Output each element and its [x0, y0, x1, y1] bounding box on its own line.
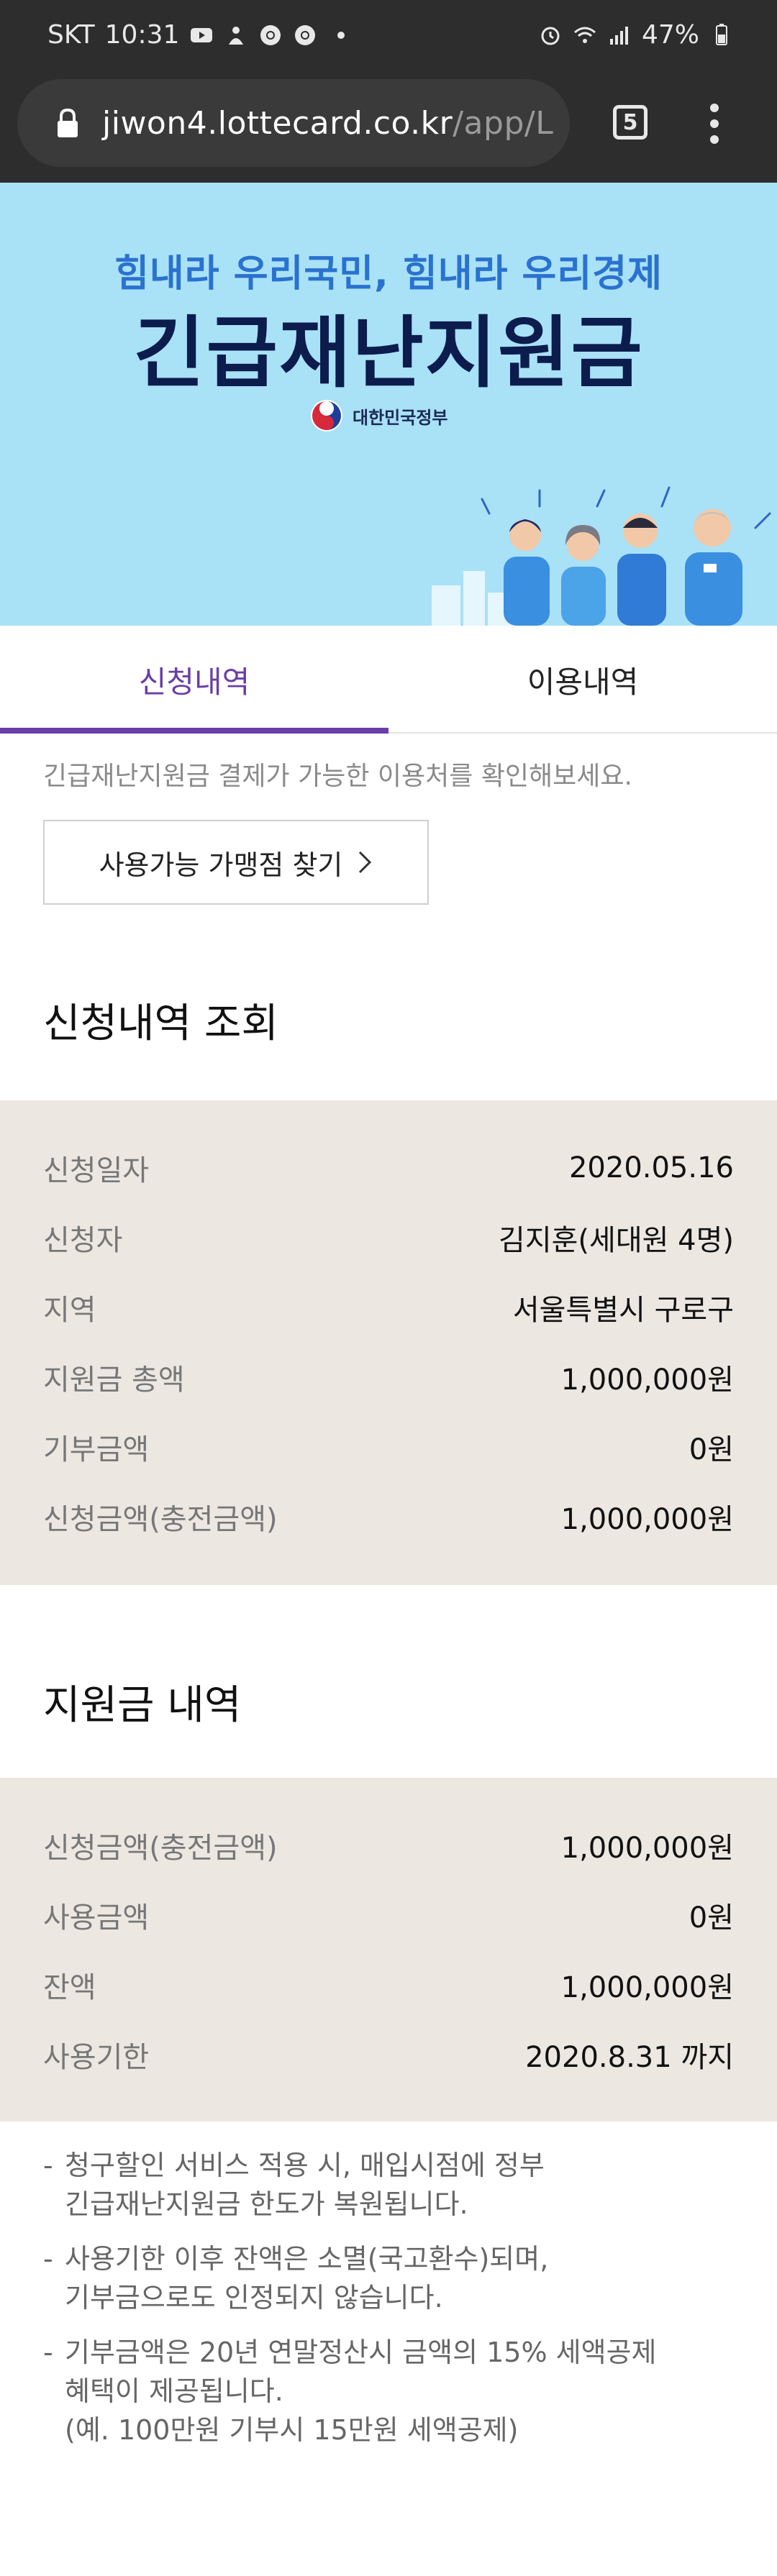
detail-row: 기부금액 0원 [43, 1425, 734, 1469]
url-text[interactable]: jiwon4.lottecard.co.kr/app/L [102, 105, 553, 142]
note-text: 청구할인 서비스 적용 시, 매입시점에 정부 긴급재난지원금 한도가 복원됩니… [65, 2150, 545, 2220]
row-label: 사용기한 [43, 2041, 150, 2074]
note-text: 사용기한 이후 잔액은 소멸(국고환수)되며, 기부금으로도 인정되지 않습니다… [65, 2243, 549, 2314]
lock-icon[interactable] [55, 107, 81, 139]
detail-row: 신청일자 2020.05.16 [43, 1146, 734, 1189]
government-label: 대한민국정부 [353, 407, 448, 428]
disaster-relief-banner: 힘내라 우리국민, 힘내라 우리경제 긴급재난지원금 대한민국정부 [0, 183, 777, 626]
notes-list: - 청구할인 서비스 적용 시, 매입시점에 정부 긴급재난지원금 한도가 복원됩… [43, 2146, 748, 2465]
note-dash: - [43, 2337, 53, 2368]
row-value: 김지훈(세대원 4명) [499, 1224, 734, 1257]
note-text: 기부금액은 20년 연말정산시 금액의 15% 세액공제 혜택이 제공됩니다. … [65, 2337, 657, 2446]
note-item: - 청구할인 서비스 적용 시, 매입시점에 정부 긴급재난지원금 한도가 복원됩… [43, 2146, 748, 2224]
row-label: 신청자 [43, 1224, 123, 1257]
tab-usage-history[interactable]: 이용내역 [388, 626, 777, 734]
chevron-right-icon [359, 851, 372, 874]
alarm-icon [538, 23, 563, 47]
row-value: 0원 [689, 1433, 734, 1466]
url-host: jiwon4.lottecard.co.kr [102, 104, 453, 142]
carrier-label: SKT [47, 20, 95, 50]
application-section-title: 신청내역 조회 [43, 1000, 278, 1047]
detail-row: 지역 서울특별시 구로구 [43, 1286, 734, 1329]
signal-icon [607, 23, 632, 47]
browser-toolbar: jiwon4.lottecard.co.kr/app/L 5 [0, 72, 777, 183]
support-section-title: 지원금 내역 [43, 1682, 242, 1729]
row-value: 1,000,000원 [560, 1364, 734, 1397]
row-value: 서울특별시 구로구 [512, 1294, 734, 1327]
tab-bar: 신청내역 이용내역 [0, 626, 777, 734]
battery-percent: 47% [641, 20, 699, 50]
row-value: 1,000,000원 [560, 1832, 734, 1865]
note-item: - 기부금액은 20년 연말정산시 금액의 15% 세액공제 혜택이 제공됩니다.… [43, 2333, 748, 2449]
active-tab-indicator [0, 728, 388, 734]
row-label: 지원금 총액 [43, 1364, 185, 1397]
taegeuk-icon [311, 400, 342, 431]
status-left: SKT 10:31 [47, 20, 345, 50]
row-label: 잔액 [43, 1971, 96, 2004]
row-value: 1,000,000원 [560, 1503, 734, 1536]
more-notifications-dot [337, 31, 345, 39]
government-logo: 대한민국정부 [309, 398, 447, 433]
notification-icon [224, 23, 248, 47]
row-value: 2020.05.16 [568, 1151, 734, 1184]
row-value: 0원 [689, 1901, 734, 1935]
detail-row: 신청금액(충전금액) 1,000,000원 [43, 1495, 734, 1538]
support-details-panel: 신청금액(충전금액) 1,000,000원 사용금액 0원 잔액 1,000,000원… [0, 1778, 777, 2121]
tab-switcher-button[interactable]: 5 [613, 105, 648, 140]
row-value: 2020.8.31 까지 [525, 2041, 734, 2074]
row-value: 1,000,000원 [560, 1971, 734, 2004]
detail-row: 사용기한 2020.8.31 까지 [43, 2033, 734, 2076]
row-label: 신청금액(충전금액) [43, 1832, 278, 1865]
note-item: - 사용기한 이후 잔액은 소멸(국고환수)되며, 기부금으로도 인정되지 않습니… [43, 2239, 748, 2317]
detail-row: 신청자 김지훈(세대원 4명) [43, 1216, 734, 1259]
detail-row: 지원금 총액 1,000,000원 [43, 1356, 734, 1399]
detail-row: 잔액 1,000,000원 [43, 1963, 734, 2006]
note-dash: - [43, 2150, 53, 2181]
row-label: 기부금액 [43, 1433, 150, 1466]
merchant-info-text: 긴급재난지원금 결제가 가능한 이용처를 확인해보세요. [43, 762, 632, 791]
more-vert-icon[interactable] [704, 101, 725, 147]
url-bar[interactable]: jiwon4.lottecard.co.kr/app/L [17, 79, 570, 167]
detail-row: 신청금액(충전금액) 1,000,000원 [43, 1824, 734, 1867]
status-right: 47% [538, 20, 734, 50]
row-label: 지역 [43, 1294, 96, 1327]
note-dash: - [43, 2243, 53, 2275]
status-bar: SKT 10:31 47% [0, 0, 777, 72]
row-label: 사용금액 [43, 1901, 150, 1935]
find-merchants-button[interactable]: 사용가능 가맹점 찾기 [43, 820, 429, 905]
chrome-icon [258, 23, 283, 47]
wifi-icon [573, 23, 597, 47]
battery-icon [709, 23, 734, 47]
banner-title: 긴급재난지원금 [133, 309, 644, 398]
detail-row: 사용금액 0원 [43, 1894, 734, 1937]
clock: 10:31 [104, 20, 180, 50]
banner-subtitle: 힘내라 우리국민, 힘내라 우리경제 [114, 252, 663, 296]
people-illustration [432, 486, 771, 626]
tab-application-history[interactable]: 신청내역 [0, 626, 388, 734]
row-label: 신청금액(충전금액) [43, 1503, 278, 1536]
youtube-icon [189, 23, 214, 47]
chrome-icon [293, 23, 317, 47]
application-details-panel: 신청일자 2020.05.16 신청자 김지훈(세대원 4명) 지역 서울특별시 구로… [0, 1100, 777, 1585]
url-path: /app/L [453, 104, 554, 142]
find-merchants-label: 사용가능 가맹점 찾기 [99, 849, 343, 881]
row-label: 신청일자 [43, 1154, 150, 1187]
